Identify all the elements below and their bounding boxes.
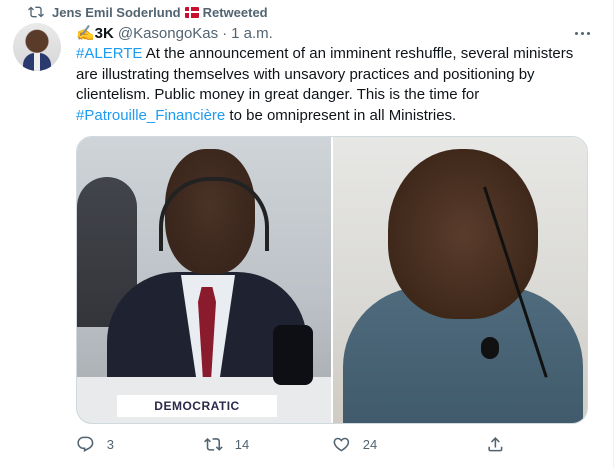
reply-button[interactable]: 3 — [76, 432, 114, 456]
media-grid: DEMOCRATIC — [76, 136, 588, 424]
photo-right-head — [388, 149, 538, 319]
photo-right-microphone — [481, 337, 499, 359]
name-plate: DEMOCRATIC — [117, 395, 277, 417]
avatar[interactable] — [13, 23, 61, 71]
tweet[interactable]: Jens Emil Soderlund Retweeted ✍️3K @Kaso… — [0, 0, 614, 468]
retweet-count: 14 — [234, 436, 250, 452]
tweet-time[interactable]: 1 a.m. — [231, 25, 273, 42]
hashtag-alerte[interactable]: #ALERTE — [76, 45, 142, 62]
tweet-text: #ALERTE At the announcement of an immine… — [76, 44, 591, 126]
photo-right[interactable] — [333, 137, 587, 423]
retweeted-by[interactable]: Jens Emil Soderlund Retweeted — [52, 3, 268, 21]
photo-left[interactable]: DEMOCRATIC — [77, 137, 331, 423]
hashtag-patrouille-financiere[interactable]: #Patrouille_Financière — [76, 107, 225, 124]
reply-icon — [77, 436, 94, 452]
denmark-flag-icon — [184, 6, 199, 18]
retweeted-label: Retweeted — [202, 4, 268, 20]
tweet-header: ✍️3K @KasongoKas · 1 a.m. — [76, 23, 273, 43]
more-icon[interactable] — [572, 24, 592, 42]
display-name[interactable]: ✍️3K — [76, 24, 114, 42]
reply-count: 3 — [106, 436, 114, 452]
retweet-button[interactable]: 14 — [204, 432, 249, 456]
like-icon — [333, 437, 350, 452]
action-bar: 3 14 24 — [76, 432, 591, 456]
share-button[interactable] — [486, 432, 505, 456]
share-icon — [488, 436, 503, 452]
avatar-stripe — [34, 53, 40, 71]
like-count: 24 — [362, 436, 378, 452]
tweet-text-part1: At the announcement of an imminent reshu… — [76, 45, 574, 103]
tweet-text-part2: to be omnipresent in all Ministries. — [225, 106, 457, 124]
like-button[interactable]: 24 — [332, 432, 377, 456]
user-handle[interactable]: @KasongoKas — [118, 25, 218, 42]
dot-separator: · — [222, 24, 228, 42]
photo-left-microphone — [273, 325, 313, 385]
retweet-icon — [28, 6, 44, 18]
retweet-action-icon — [204, 437, 223, 451]
retweeter-name[interactable]: Jens Emil Soderlund — [52, 5, 181, 20]
